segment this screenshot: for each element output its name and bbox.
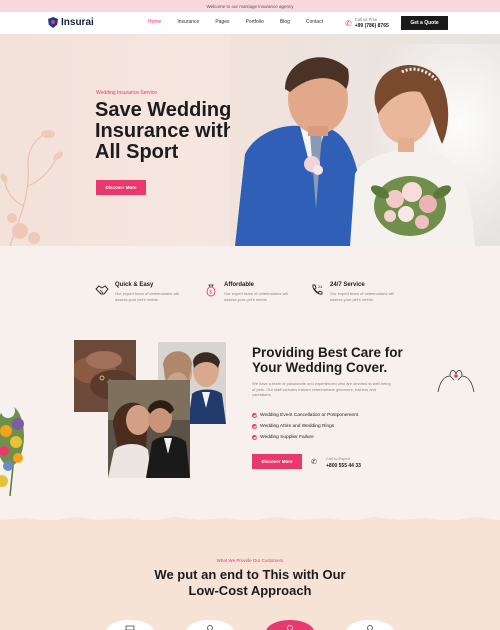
service-icons-row xyxy=(106,620,394,630)
brand-name: Insurai xyxy=(61,17,94,28)
nav-item-portfolio[interactable]: Portfolio xyxy=(246,19,264,25)
care-discover-button[interactable]: Discover More xyxy=(252,454,302,469)
feature-title: 24/7 Service xyxy=(330,282,365,288)
provide-title: We put an end to This with Our Low-Cost … xyxy=(154,567,346,598)
svg-text:$: $ xyxy=(209,290,212,296)
feature-quick-easy: Quick & Easy Our expert team of veterina… xyxy=(95,282,185,302)
feature-text: Our expert team of veterinarians will as… xyxy=(115,291,180,302)
check-icon xyxy=(252,435,257,440)
call-number: +99 (786) 8765 xyxy=(354,23,389,29)
phone-icon: ✆ xyxy=(345,18,352,28)
money-bag-icon: $ xyxy=(206,284,216,297)
flower-bouquet-decoration-icon xyxy=(0,404,24,496)
bullet-text: Wedding Supplier Failure xyxy=(260,435,314,440)
care-description: We have a team of passionate and experie… xyxy=(252,381,391,397)
nav-item-insurance[interactable]: Insurance xyxy=(177,19,199,25)
handshake-icon xyxy=(95,285,109,295)
feature-text: Our expert team of veterinarians will as… xyxy=(224,291,289,302)
shield-logo-icon xyxy=(48,17,58,28)
provide-eyebrow: What We Provide Our Customers xyxy=(216,558,284,563)
hero-section: Wedding Insurance Service Save Wedding I… xyxy=(0,34,500,246)
hero-eyebrow: Wedding Insurance Service xyxy=(96,90,158,96)
feature-text: Our expert team of veterinarians will as… xyxy=(330,291,395,302)
expert-label: Call to Expert xyxy=(326,456,351,461)
welcome-text: Welcome to our marriage insurance agency xyxy=(206,3,294,9)
care-bullet-list: Wedding Event Cancellation or Postponeme… xyxy=(252,410,358,443)
nav-item-blog[interactable]: Blog xyxy=(280,19,290,25)
feature-affordable: $ Affordable Our expert team of veterina… xyxy=(204,282,294,302)
care-title: Providing Best Care for Your Wedding Cov… xyxy=(252,345,403,375)
couple-hero-photo xyxy=(230,34,500,246)
check-icon xyxy=(252,413,257,418)
expert-number: +800 555 44 33 xyxy=(326,463,361,469)
hands-pinky-promise-icon xyxy=(437,370,475,393)
call-expert[interactable]: ✆ Call to Expert +800 555 44 33 xyxy=(311,455,361,470)
main-nav: Insurai Home Insurance Pages Portfolio B… xyxy=(0,12,500,34)
feature-title: Quick & Easy xyxy=(115,282,154,288)
floral-decoration-icon xyxy=(0,130,63,246)
couple-kiss-photo xyxy=(108,380,190,478)
list-item: Wedding Supplier Failure xyxy=(252,432,358,443)
svg-text:24: 24 xyxy=(318,285,323,289)
welcome-bar: Welcome to our marriage insurance agency xyxy=(0,0,500,12)
list-item: Wedding Event Cancellation or Postponeme… xyxy=(252,410,358,421)
list-item: Wedding Attire and Wedding Rings xyxy=(252,421,358,432)
bullet-text: Wedding Attire and Wedding Rings xyxy=(260,424,335,429)
check-icon xyxy=(252,424,257,429)
bullet-text: Wedding Event Cancellation or Postponeme… xyxy=(260,413,359,418)
feature-24-7-service: 24 24/7 Service Our expert team of veter… xyxy=(310,282,400,302)
hero-discover-button[interactable]: Discover More xyxy=(96,180,146,195)
feature-title: Affordable xyxy=(224,282,254,288)
logo[interactable]: Insurai xyxy=(48,17,94,28)
nav-item-contact[interactable]: Contact xyxy=(306,19,323,25)
phone-icon: ✆ xyxy=(311,458,317,466)
phone-24-icon: 24 xyxy=(312,284,323,295)
get-quote-button[interactable]: Get a Quote xyxy=(401,16,448,30)
nav-item-pages[interactable]: Pages xyxy=(215,19,229,25)
nav-item-home[interactable]: Home xyxy=(148,19,161,25)
nav-menu: Home Insurance Pages Portfolio Blog Cont… xyxy=(148,19,323,25)
nav-call[interactable]: ✆ Call us Free +99 (786) 8765 xyxy=(345,17,389,29)
